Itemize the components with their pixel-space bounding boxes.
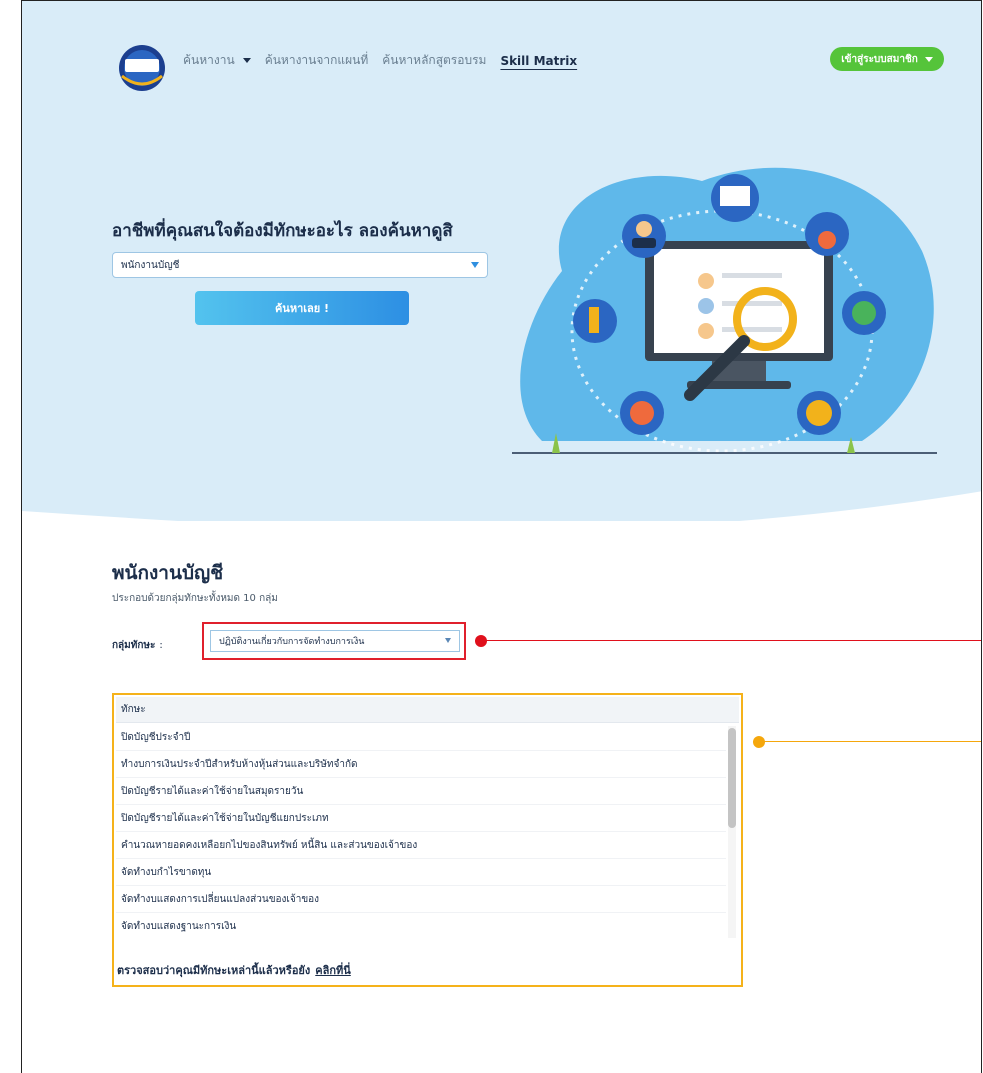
- skill-row: คำนวณหายอดคงเหลือยกไปของสินทรัพย์ หนี้สิ…: [116, 832, 726, 859]
- check-skills-prompt: ตรวจสอบว่าคุณมีทักษะเหล่านี้แล้วหรือยัง ค…: [117, 961, 351, 979]
- skill-group-highlight: ปฏิบัติงานเกี่ยวกับการจัดทำงบการเงิน: [202, 622, 466, 660]
- skill-row: ทำงบการเงินประจำปีสำหรับห้างหุ้นส่วนและบ…: [116, 751, 726, 778]
- occupation-select-value: พนักงานบัญชี: [121, 259, 180, 271]
- skill-row: ปิดบัญชีรายได้และค่าใช้จ่ายในบัญชีแยกประ…: [116, 805, 726, 832]
- skill-group-label-text: กลุ่มทักษะ: [112, 640, 156, 651]
- nav-find-course-label: ค้นหาหลักสูตรอบรม: [382, 53, 487, 67]
- skills-scrollbar-thumb[interactable]: [728, 728, 736, 828]
- skill-row: ปิดบัญชีประจำปี: [116, 724, 726, 751]
- hero-illustration: [512, 167, 937, 454]
- nav-find-job[interactable]: ค้นหางาน: [183, 51, 251, 70]
- nav-find-job-map[interactable]: ค้นหางานจากแผนที่: [265, 51, 369, 70]
- nav-find-job-map-label: ค้นหางานจากแผนที่: [264, 53, 369, 67]
- thai-mee-ngan-tam-logo[interactable]: [114, 42, 170, 94]
- skills-panel: ทักษะ ปิดบัญชีประจำปี ทำงบการเงินประจำปี…: [112, 693, 743, 987]
- nav-skill-matrix[interactable]: Skill Matrix: [500, 54, 577, 68]
- skill-row: จัดทำงบแสดงการเปลี่ยนแปลงส่วนของเจ้าของ: [116, 886, 726, 913]
- skills-header: ทักษะ: [116, 697, 739, 723]
- skill-group-label: กลุ่มทักษะ:: [112, 638, 163, 653]
- page-frame: ค้นหางาน ค้นหางานจากแผนที่ ค้นหาหลักสูตร…: [21, 0, 982, 1073]
- skill-row: จัดทำงบแสดงฐานะการเงิน: [116, 913, 726, 939]
- skills-list[interactable]: ปิดบัญชีประจำปี ทำงบการเงินประจำปีสำหรับ…: [116, 724, 726, 939]
- skill-group-colon: :: [159, 640, 163, 651]
- hero-title: อาชีพที่คุณสนใจต้องมีทักษะอะไร ลองค้นหาด…: [112, 221, 453, 241]
- skill-row: จัดทำงบกำไรขาดทุน: [116, 859, 726, 886]
- job-subtitle: ประกอบด้วยกลุ่มทักษะทั้งหมด 10 กลุ่ม: [112, 593, 278, 604]
- nav-skill-matrix-label: Skill Matrix: [500, 53, 578, 68]
- nav-find-job-label: ค้นหางาน: [183, 53, 235, 67]
- main-nav: ค้นหางาน ค้นหางานจากแผนที่ ค้นหาหลักสูตร…: [183, 51, 591, 70]
- annotation-dot-yellow: [753, 736, 765, 748]
- skill-group-select[interactable]: ปฏิบัติงานเกี่ยวกับการจัดทำงบการเงิน: [210, 630, 460, 652]
- member-login-button[interactable]: เข้าสู่ระบบสมาชิก: [830, 47, 944, 71]
- dropdown-arrow-icon: [471, 262, 479, 268]
- annotation-dot-red: [475, 635, 487, 647]
- member-login-label: เข้าสู่ระบบสมาชิก: [841, 53, 918, 65]
- skill-group-select-value: ปฏิบัติงานเกี่ยวกับการจัดทำงบการเงิน: [219, 637, 365, 647]
- annotation-line-yellow: [763, 741, 981, 742]
- nav-find-course[interactable]: ค้นหาหลักสูตรอบรม: [382, 51, 486, 70]
- hero-bottom-wave: [22, 491, 981, 561]
- check-skills-link[interactable]: คลิกที่นี่: [315, 964, 351, 977]
- occupation-select[interactable]: พนักงานบัญชี: [112, 252, 488, 278]
- job-title: พนักงานบัญชี: [112, 562, 224, 584]
- hero-section: ค้นหางาน ค้นหางานจากแผนที่ ค้นหาหลักสูตร…: [22, 1, 981, 561]
- dropdown-arrow-icon: [445, 638, 451, 643]
- annotation-line-red: [485, 640, 981, 641]
- skills-scrollbar[interactable]: [728, 726, 736, 938]
- search-button[interactable]: ค้นหาเลย !: [195, 291, 409, 325]
- skill-row: ปิดบัญชีรายได้และค่าใช้จ่ายในสมุดรายวัน: [116, 778, 726, 805]
- chevron-down-icon: [924, 56, 933, 62]
- chevron-down-icon: [242, 58, 251, 63]
- check-skills-text: ตรวจสอบว่าคุณมีทักษะเหล่านี้แล้วหรือยัง: [117, 964, 311, 977]
